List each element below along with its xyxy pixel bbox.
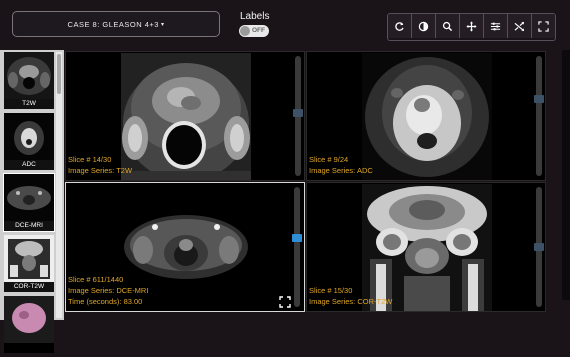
- thumbnail-image: [4, 52, 54, 99]
- slice-slider-handle[interactable]: [534, 95, 544, 103]
- zoom-icon: [442, 21, 453, 31]
- thumbnail-image: [4, 113, 54, 160]
- shuffle-icon: [514, 21, 525, 31]
- thumbnail-t2w[interactable]: T2W: [4, 52, 54, 109]
- labels-title: Labels: [240, 11, 270, 22]
- time-seconds: Time (seconds): 83.00: [68, 297, 143, 306]
- thumbnail-scrollbar-thumb[interactable]: [57, 54, 61, 94]
- slice-slider[interactable]: [534, 56, 544, 176]
- slice-slider[interactable]: [293, 56, 303, 176]
- viewer-info: Slice # 611/1440 Image Series: DCE-MRI T…: [68, 274, 148, 307]
- thumbnail-label: ADC: [4, 160, 54, 170]
- slice-number: Slice # 15/30: [309, 286, 353, 295]
- pan-icon: [466, 20, 477, 32]
- fullscreen-icon: [538, 20, 549, 32]
- top-bar: CASE 8: GLEASON 4+3 ▾ Labels OFF: [0, 0, 570, 50]
- viewer-t2w[interactable]: Slice # 14/30 Image Series: T2W: [65, 51, 305, 181]
- contrast-icon: [418, 21, 429, 31]
- slice-slider-handle[interactable]: [293, 109, 303, 117]
- labels-toggle[interactable]: OFF: [239, 25, 269, 37]
- thumbnail-scrollbar[interactable]: [56, 52, 62, 318]
- image-series: Image Series: ADC: [309, 166, 373, 175]
- case-selector-label: CASE 8: GLEASON 4+3: [67, 19, 159, 29]
- mri-image-t2w: [121, 53, 251, 180]
- thumbnail-image: [4, 174, 54, 221]
- thumbnail-adc[interactable]: ADC: [4, 113, 54, 170]
- toggle-knob: [240, 26, 250, 36]
- shuffle-button[interactable]: [508, 14, 532, 38]
- adjust-icon: [490, 22, 501, 30]
- slice-slider-handle[interactable]: [534, 243, 544, 251]
- fullscreen-button[interactable]: [532, 14, 555, 38]
- adjust-button[interactable]: [484, 14, 508, 38]
- page-scrollbar[interactable]: [562, 50, 570, 300]
- thumbnail-histology[interactable]: [4, 296, 54, 353]
- slice-slider[interactable]: [534, 187, 544, 307]
- reset-icon: [395, 21, 404, 31]
- toolbar: [387, 13, 556, 41]
- series-thumbnail-strip: T2W ADC DCE-MRI COR-T2W: [0, 50, 64, 353]
- thumbnail-cor-t2w[interactable]: COR-T2W: [4, 235, 54, 292]
- viewer-adc[interactable]: Slice # 9/24 Image Series: ADC: [306, 51, 546, 181]
- viewer-info: Slice # 9/24 Image Series: ADC: [309, 154, 373, 176]
- thumbnail-dce-mri[interactable]: DCE-MRI: [3, 173, 55, 232]
- image-series: Image Series: COR-T2W: [309, 297, 393, 306]
- image-series: Image Series: DCE-MRI: [68, 286, 149, 295]
- viewer-dce-mri[interactable]: Slice # 611/1440 Image Series: DCE-MRI T…: [65, 182, 305, 312]
- image-series: Image Series: T2W: [68, 166, 133, 175]
- viewer-info: Slice # 15/30 Image Series: COR-T2W: [309, 285, 392, 307]
- zoom-button[interactable]: [436, 14, 460, 38]
- thumbnail-label: COR-T2W: [4, 282, 54, 292]
- thumbnail-label: DCE-MRI: [4, 221, 54, 231]
- pan-button[interactable]: [460, 14, 484, 38]
- slice-slider-handle[interactable]: [292, 234, 302, 242]
- toggle-state: OFF: [252, 27, 265, 34]
- case-selector[interactable]: CASE 8: GLEASON 4+3 ▾: [12, 11, 220, 37]
- slice-slider[interactable]: [292, 187, 302, 307]
- contrast-button[interactable]: [412, 14, 436, 38]
- slice-number: Slice # 611/1440: [68, 275, 124, 284]
- slice-number: Slice # 9/24: [309, 155, 349, 164]
- mri-image-adc: [362, 53, 492, 180]
- thumbnail-label: T2W: [4, 99, 54, 109]
- thumbnail-image: [4, 235, 54, 282]
- caret-down-icon: ▾: [160, 21, 165, 28]
- slice-number: Slice # 14/30: [68, 155, 112, 164]
- expand-icon[interactable]: [279, 296, 291, 308]
- viewer-info: Slice # 14/30 Image Series: T2W: [68, 154, 132, 176]
- viewer-cor-t2w[interactable]: Slice # 15/30 Image Series: COR-T2W: [306, 182, 546, 312]
- reset-button[interactable]: [388, 14, 412, 38]
